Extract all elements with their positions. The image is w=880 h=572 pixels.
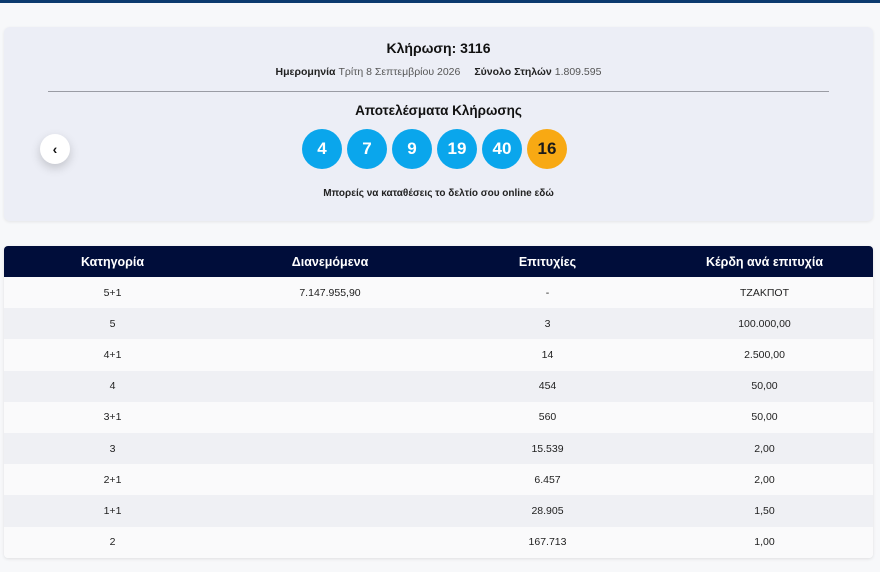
cell-category: 5+1 — [103, 286, 122, 299]
cell-category: 3 — [109, 442, 116, 455]
draw-meta: Ημερομηνία Τρίτη 8 Σεπτεμβρίου 2026 Σύνολο… — [4, 66, 873, 78]
cell-winners: - — [545, 286, 550, 299]
table-row: 3+1 560 50,00 — [4, 401, 873, 433]
prize-table: Κατηγορία Διανεμόμενα Επιτυχίες Κέρδη αν… — [4, 246, 873, 558]
cell-winners: 560 — [538, 411, 557, 424]
table-row: 3 15.539 2,00 — [4, 432, 873, 465]
number-ball: 19 — [437, 129, 477, 169]
table-row: 4+1 14 2.500,00 — [4, 339, 873, 371]
cell-prize: 2,00 — [754, 442, 775, 455]
online-bet-link[interactable]: Μπορείς να καταθέσεις το δελτίο σου onli… — [4, 188, 873, 199]
draw-title: Κλήρωση: 3116 — [386, 40, 491, 56]
cell-category: 1+1 — [103, 504, 122, 517]
cell-prize: 2,00 — [754, 473, 775, 486]
bonus-ball: 16 — [527, 129, 567, 169]
cell-winners: 454 — [538, 380, 557, 393]
cell-distributed — [221, 433, 439, 464]
draw-info-card: Κλήρωση: 3116 Ημερομηνία Τρίτη 8 Σεπτεμβρ… — [4, 27, 873, 221]
top-accent-bar — [0, 0, 880, 3]
cell-prize: 100.000,00 — [738, 317, 791, 330]
number-ball: 7 — [347, 129, 387, 169]
cell-prize: 50,00 — [751, 380, 778, 393]
cell-category: 5 — [109, 317, 116, 330]
table-row: 5 3 100.000,00 — [4, 308, 873, 340]
table-row: 2+1 6.457 2,00 — [4, 464, 873, 496]
cell-winners: 14 — [541, 348, 554, 361]
cell-distributed — [221, 371, 439, 402]
cell-distributed — [221, 464, 439, 495]
cell-prize: ΤΖΑΚΠΟΤ — [740, 286, 789, 299]
header-category: Κατηγορία — [80, 254, 145, 269]
cell-winners: 6.457 — [534, 473, 561, 486]
number-ball: 40 — [482, 129, 522, 169]
draw-date-value: Τρίτη 8 Σεπτεμβρίου 2026 — [338, 66, 461, 78]
results-title: Αποτελέσματα Κλήρωσης — [355, 103, 522, 118]
cell-distributed — [221, 402, 439, 433]
cell-winners: 167.713 — [528, 536, 567, 549]
cell-category: 2 — [109, 536, 116, 549]
cell-distributed — [221, 308, 439, 339]
cell-category: 3+1 — [103, 411, 122, 424]
cell-distributed: 7.147.955,90 — [299, 286, 361, 299]
table-row: 2 167.713 1,00 — [4, 526, 873, 558]
cell-category: 4 — [109, 380, 116, 393]
cell-prize: 1,00 — [754, 536, 775, 549]
table-header-row: Κατηγορία Διανεμόμενα Επιτυχίες Κέρδη αν… — [4, 246, 873, 277]
header-distributed: Διανεμόμενα — [291, 254, 369, 269]
table-row: 1+1 28.905 1,50 — [4, 495, 873, 527]
number-ball: 4 — [302, 129, 342, 169]
cell-distributed — [221, 527, 439, 558]
cell-winners: 15.539 — [531, 442, 564, 455]
cell-prize: 2.500,00 — [744, 348, 785, 361]
header-winners: Επιτυχίες — [518, 254, 577, 269]
previous-draw-button[interactable]: ‹ — [40, 134, 70, 164]
cell-winners: 28.905 — [531, 504, 564, 517]
cell-category: 4+1 — [103, 348, 122, 361]
columns-total-value: 1.809.595 — [554, 66, 602, 78]
table-row: 4 454 50,00 — [4, 370, 873, 402]
cell-distributed — [221, 339, 439, 370]
draw-date-label: Ημερομηνία — [275, 66, 336, 78]
columns-total-label: Σύνολο Στηλών — [474, 66, 552, 78]
cell-prize: 1,50 — [754, 504, 775, 517]
cell-distributed — [221, 495, 439, 526]
chevron-left-icon: ‹ — [52, 141, 58, 157]
table-row: 5+1 7.147.955,90 - ΤΖΑΚΠΟΤ — [4, 277, 873, 309]
header-prize-per-winner: Κέρδη ανά επιτυχία — [705, 254, 824, 269]
winning-numbers: 4 7 9 19 40 16 — [302, 129, 567, 169]
divider — [48, 91, 829, 92]
number-ball: 9 — [392, 129, 432, 169]
cell-winners: 3 — [544, 317, 551, 330]
cell-prize: 50,00 — [751, 411, 778, 424]
cell-category: 2+1 — [103, 473, 122, 486]
